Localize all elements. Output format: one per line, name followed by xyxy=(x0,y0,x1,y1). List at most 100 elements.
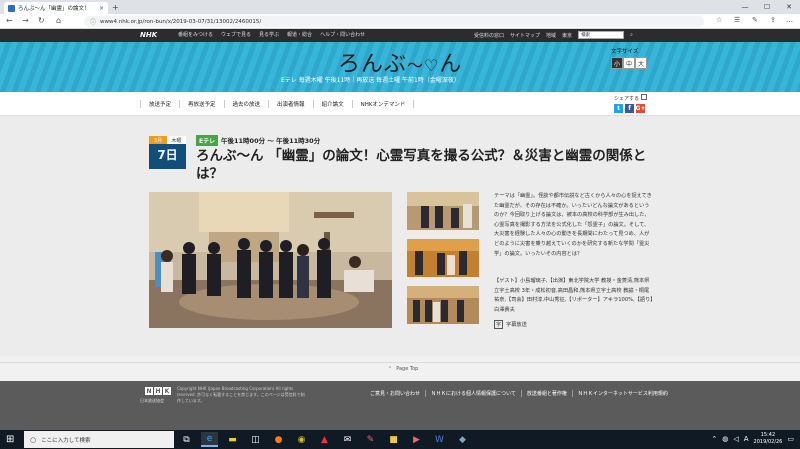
global-nav-item[interactable]: ウェブで見る xyxy=(221,31,251,38)
nav-item-papers[interactable]: 紹介論文 xyxy=(314,100,353,108)
taskbar-search-input[interactable]: ○ ここに入力して検索 xyxy=(24,431,174,448)
global-nav-item[interactable]: 見る学ぶ xyxy=(259,31,279,38)
back-icon[interactable]: ← xyxy=(6,16,13,25)
clock[interactable]: 15:42 2019/02/26 xyxy=(754,432,783,446)
new-tab-button[interactable]: + xyxy=(112,3,119,12)
program-nav: 放送予定 再放送予定 過去の放送 出演者情報 紹介論文 NHKオンデマンド シェ… xyxy=(0,92,800,116)
program-banner: ろんぶ〜♡ん Eテレ 毎週木曜 午後11時｜再放送 毎週土曜 午前1時（金曜深夜… xyxy=(0,42,800,92)
help-icon[interactable] xyxy=(641,94,648,100)
footer-link[interactable]: ＮＨＫインターネットサービス利用規約 xyxy=(571,390,673,397)
network-icon[interactable]: ◍ xyxy=(722,435,728,443)
taskbar-apps: ⧉ e ▬ ◫ ● ◉ ▲ ✉ ✎ ■ ▶ W ◆ xyxy=(178,432,471,447)
volume-icon[interactable]: ◁ xyxy=(733,435,738,443)
tab-title: ろんぶ〜ん「幽霊」の論文！ xyxy=(18,6,90,12)
firefox-icon[interactable]: ● xyxy=(270,432,287,447)
twitter-icon[interactable]: t xyxy=(614,104,623,113)
subtitle-indicator: 字 字幕放送 xyxy=(494,320,527,329)
task-view-icon[interactable]: ⧉ xyxy=(178,432,195,447)
browser-tab[interactable]: ろんぶ〜ん「幽霊」の論文！ × xyxy=(4,2,108,14)
airtime: 午後11時00分 ～ 午後11時30分 xyxy=(221,137,321,145)
word-icon[interactable]: W xyxy=(431,432,448,447)
app-icon[interactable]: ◆ xyxy=(454,432,471,447)
footer-link[interactable]: 放送番組と著作権 xyxy=(520,390,572,397)
google-plus-icon[interactable]: G+ xyxy=(636,104,645,113)
reload-icon[interactable]: ↻ xyxy=(38,16,45,25)
search-icon: ○ xyxy=(30,435,37,444)
region-select[interactable]: 東京 xyxy=(562,32,572,39)
close-tab-icon[interactable]: × xyxy=(99,5,104,12)
store-icon[interactable]: ◫ xyxy=(247,432,264,447)
global-nav-item[interactable]: ヘルプ・問い合わせ xyxy=(320,31,365,38)
info-icon: ⓘ xyxy=(90,19,97,26)
program-logo-suffix: ん xyxy=(439,52,463,77)
chevron-up-icon: ⌃ xyxy=(388,366,393,372)
episode-thumbnail[interactable] xyxy=(407,286,479,324)
nav-item-ondemand[interactable]: NHKオンデマンド xyxy=(353,100,415,108)
utility-nav-item[interactable]: サイトマップ xyxy=(510,32,540,39)
site-footer: N H K 日本放送協会 Copyright NHK (Japan Broadc… xyxy=(0,381,800,430)
nhk-footer-logo[interactable]: N H K xyxy=(145,387,171,395)
episode-main-image[interactable] xyxy=(149,192,392,328)
region-label: 地域 xyxy=(546,32,557,39)
font-size-large-button[interactable]: 大 xyxy=(635,57,647,69)
nhk-logo[interactable]: NHK xyxy=(140,31,157,39)
media-icon[interactable]: ▶ xyxy=(408,432,425,447)
program-logo[interactable]: ろんぶ〜♡ん xyxy=(338,46,462,78)
program-logo-prefix: ろんぶ xyxy=(338,52,408,77)
more-icon[interactable]: … xyxy=(786,16,793,24)
ime-icon[interactable]: A xyxy=(744,435,749,443)
window-controls: — ☐ ✕ xyxy=(734,0,800,14)
paint-icon[interactable]: ✎ xyxy=(362,432,379,447)
font-size-control: 文字サイズ 小 中 大 xyxy=(611,47,647,69)
star-icon[interactable]: ☆ xyxy=(716,16,722,24)
month-label: 3月 xyxy=(149,136,167,144)
chrome-icon[interactable]: ◉ xyxy=(293,432,310,447)
copyright: Copyright NHK (Japan Broadcasting Corpor… xyxy=(177,386,305,403)
footer-logo-letter: H xyxy=(154,387,162,395)
file-explorer-icon[interactable]: ▬ xyxy=(224,432,241,447)
global-nav-item[interactable]: 報道・総合 xyxy=(287,31,312,38)
url-field[interactable]: ⓘ www4.nhk.or.jp/ron-bun/x/2019-03-07/31… xyxy=(84,16,704,27)
url-text: www4.nhk.or.jp/ron-bun/x/2019-03-07/31/1… xyxy=(100,18,262,25)
facebook-icon[interactable]: f xyxy=(625,104,634,113)
font-size-medium-button[interactable]: 中 xyxy=(623,57,635,69)
favorites-icon[interactable]: ☰ xyxy=(734,16,740,24)
nav-item-schedule[interactable]: 放送予定 xyxy=(140,100,181,108)
heart-icon: 〜♡ xyxy=(407,56,440,75)
taskbar: ⊞ ○ ここに入力して検索 ⧉ e ▬ ◫ ● ◉ ▲ ✉ ✎ ■ ▶ W ◆ … xyxy=(0,430,800,449)
footer-link[interactable]: ＮＨＫにおける個人情報保護について xyxy=(425,390,521,397)
acrobat-icon[interactable]: ▲ xyxy=(316,432,333,447)
subtitle-label: 字幕放送 xyxy=(506,322,527,328)
chevron-up-icon[interactable]: ⌃ xyxy=(711,435,717,443)
nav-item-cast[interactable]: 出演者情報 xyxy=(269,100,314,108)
browser-tab-bar: ろんぶ〜ん「幽霊」の論文！ × + — ☐ ✕ xyxy=(0,0,800,14)
minimize-button[interactable]: — xyxy=(734,0,756,14)
share-icon[interactable]: ⇪ xyxy=(770,16,776,24)
close-window-button[interactable]: ✕ xyxy=(778,0,800,14)
forward-icon[interactable]: → xyxy=(22,16,29,25)
maximize-button[interactable]: ☐ xyxy=(756,0,778,14)
utility-nav-item[interactable]: 受信料の窓口 xyxy=(474,32,504,39)
system-tray: ⌃ ◍ ◁ A 15:42 2019/02/26 ▭ xyxy=(711,432,794,446)
global-nav-item[interactable]: 番組をみつける xyxy=(178,31,213,38)
notification-icon[interactable]: ▭ xyxy=(787,435,794,443)
home-icon[interactable]: ⌂ xyxy=(56,16,61,25)
page-top-label: Page Top xyxy=(396,366,419,372)
episode-thumbnail[interactable] xyxy=(407,192,479,230)
search-input[interactable]: 検索 xyxy=(578,31,625,39)
episode-thumbnail[interactable] xyxy=(407,239,479,277)
font-size-small-button[interactable]: 小 xyxy=(611,57,623,69)
edge-browser-icon[interactable]: e xyxy=(201,432,218,447)
explorer-icon[interactable]: ■ xyxy=(385,432,402,447)
font-size-label: 文字サイズ xyxy=(611,49,639,55)
windows-start-icon[interactable]: ⊞ xyxy=(6,434,14,445)
page-top-link[interactable]: ⌃ Page Top xyxy=(388,366,418,372)
nav-item-past[interactable]: 過去の放送 xyxy=(225,100,270,108)
pen-icon[interactable]: ✎ xyxy=(752,16,758,24)
nav-item-rebroadcast[interactable]: 再放送予定 xyxy=(180,100,225,108)
footer-link[interactable]: ご意見・お問い合わせ xyxy=(365,390,425,397)
episode-title: ろんぶ〜ん 「幽霊」の論文！心霊写真を撮る公式？＆災害と幽霊の関係とは？ xyxy=(196,148,647,182)
mail-icon[interactable]: ✉ xyxy=(339,432,356,447)
broadcast-schedule: Eテレ 毎週木曜 午後11時｜再放送 毎週土曜 午前1時（金曜深夜） xyxy=(281,77,460,84)
search-icon[interactable]: ⌕ xyxy=(630,32,633,38)
